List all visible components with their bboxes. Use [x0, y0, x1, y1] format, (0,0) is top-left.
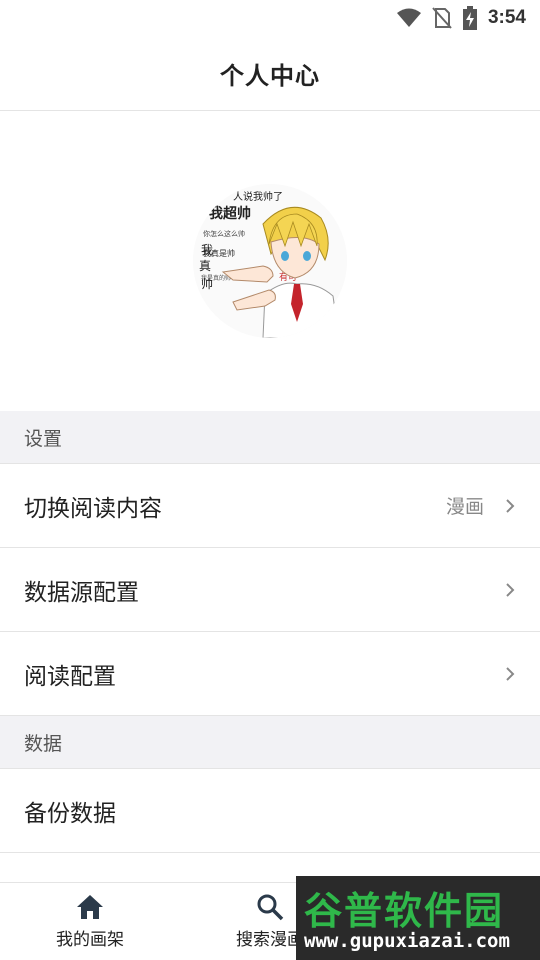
menu-item-label: 备份数据 — [24, 800, 116, 827]
battery-charging-icon — [462, 6, 477, 30]
section-header-data: 数据 — [0, 716, 540, 769]
menu-item-data-source-config[interactable]: 数据源配置 — [0, 548, 540, 632]
page-title: 个人中心 — [220, 61, 320, 90]
avatar-word: 帅 — [201, 277, 213, 291]
watermark-title: 谷普软件园 — [304, 889, 505, 933]
no-sim-icon — [432, 7, 452, 29]
menu-item-reading-config[interactable]: 阅读配置 — [0, 632, 540, 716]
home-icon — [77, 895, 103, 919]
menu-item-value: 漫画 — [445, 496, 484, 518]
avatar-word: 人说我帅了 — [233, 190, 283, 203]
status-time: 3:54 — [487, 7, 526, 28]
avatar-word: 你怎么这么帅 — [203, 229, 245, 238]
nav-item-label: 我的画架 — [56, 930, 124, 950]
app-header: 个人中心 — [0, 36, 540, 111]
section-title: 设置 — [24, 427, 63, 450]
watermark: 谷普软件园 www.gupuxiazai.com — [296, 876, 540, 960]
status-bar: 3:54 — [0, 0, 540, 36]
chevron-right-icon — [506, 582, 515, 597]
wifi-icon — [396, 8, 421, 27]
menu-item-label: 切换阅读内容 — [24, 495, 162, 522]
avatar-section: 人说我帅了 我超帅 我真是帅 你怎么这么帅 我是真的帅 我 真 帅 有可 — [0, 111, 540, 411]
avatar-word: 我超帅 — [209, 205, 251, 222]
chevron-right-icon — [506, 498, 515, 513]
chevron-right-icon — [506, 666, 515, 681]
avatar-word: 真 — [199, 259, 211, 273]
avatar-illustration: 人说我帅了 我超帅 我真是帅 你怎么这么帅 我是真的帅 我 真 帅 有可 — [193, 184, 347, 338]
section-header-settings: 设置 — [0, 411, 540, 464]
section-title: 数据 — [24, 732, 63, 755]
avatar[interactable]: 人说我帅了 我超帅 我真是帅 你怎么这么帅 我是真的帅 我 真 帅 有可 — [193, 184, 347, 338]
menu-item-label: 阅读配置 — [24, 663, 116, 690]
avatar-word: 我 — [201, 243, 213, 257]
menu-item-backup-data[interactable]: 备份数据 — [0, 769, 540, 853]
menu-item-switch-reading-content[interactable]: 切换阅读内容 漫画 — [0, 464, 540, 548]
nav-item-my-shelf[interactable]: 我的画架 — [0, 883, 180, 960]
nav-item-label: 搜索漫画 — [236, 930, 304, 950]
watermark-url: www.gupuxiazai.com — [304, 930, 510, 952]
search-icon — [257, 894, 284, 921]
menu-item-label: 数据源配置 — [24, 579, 139, 606]
